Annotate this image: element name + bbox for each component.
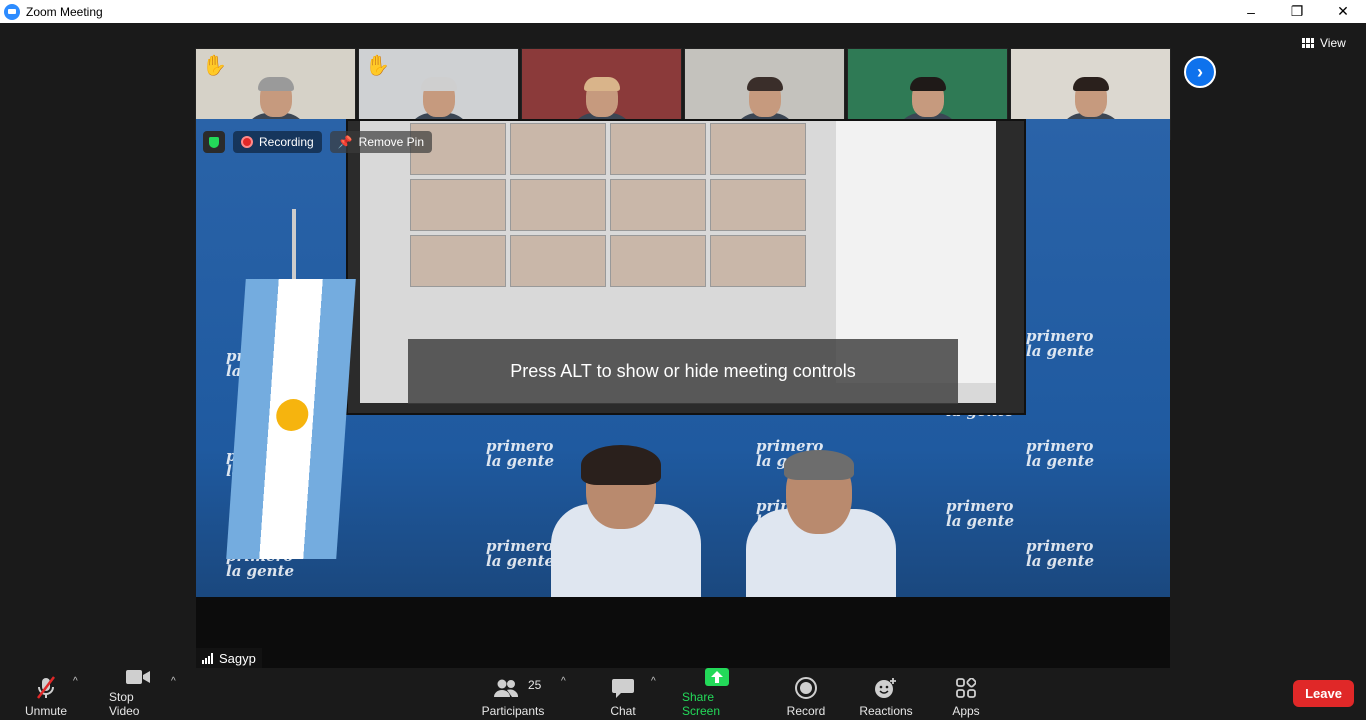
meeting-status-bar: Recording 📌 Remove Pin — [203, 127, 433, 157]
projected-tile — [710, 179, 806, 231]
apps-button[interactable]: Apps — [951, 672, 981, 718]
chat-options-caret-icon[interactable]: ^ — [651, 676, 656, 687]
leave-button[interactable]: Leave — [1293, 680, 1354, 707]
conference-table — [196, 597, 1170, 668]
minimize-button[interactable]: – — [1228, 0, 1274, 23]
participants-label: Participants — [481, 704, 545, 718]
apps-grid-icon — [956, 676, 976, 700]
backdrop-logo: primerola gente — [946, 497, 1015, 530]
unmute-label: Unmute — [24, 704, 68, 718]
speaker-name: Sagyp — [219, 650, 256, 666]
participants-button[interactable]: 25 Participants — [481, 672, 545, 718]
audio-options-caret-icon[interactable]: ^ — [73, 676, 78, 687]
share-screen-button[interactable]: Share Screen — [682, 668, 751, 718]
share-screen-icon — [704, 668, 729, 686]
projected-tile — [610, 179, 706, 231]
participants-options-caret-icon[interactable]: ^ — [561, 676, 566, 687]
meeting-stage: ✋Formosa - Ministerio ...✋J.R. Guillermo… — [0, 23, 1366, 668]
participants-count: 25 — [528, 678, 542, 692]
video-options-caret-icon[interactable]: ^ — [171, 676, 176, 687]
unmute-button[interactable]: Unmute — [24, 672, 68, 718]
projected-tile — [610, 235, 706, 287]
stop-video-label: Stop Video — [109, 690, 140, 718]
record-label: Record — [786, 704, 826, 718]
zoom-logo-icon — [4, 3, 20, 20]
view-label: View — [1320, 36, 1346, 50]
speaker-person-left — [541, 445, 711, 614]
chat-bubble-icon — [611, 676, 635, 700]
remove-pin-label: Remove Pin — [358, 135, 425, 149]
chat-label: Chat — [610, 704, 636, 718]
sun-of-may-icon — [275, 399, 310, 431]
recording-label: Recording — [259, 135, 314, 149]
record-button[interactable]: Record — [787, 672, 825, 718]
close-button[interactable]: ✕ — [1320, 0, 1366, 23]
apps-label: Apps — [952, 704, 980, 718]
projected-tile — [510, 179, 606, 231]
projected-tile — [510, 235, 606, 287]
chat-button[interactable]: Chat — [610, 672, 636, 718]
reactions-label: Reactions — [859, 704, 913, 718]
window-titlebar: Zoom Meeting – ❐ ✕ — [0, 0, 1366, 23]
restore-button[interactable]: ❐ — [1274, 0, 1320, 23]
projected-gallery — [410, 123, 810, 287]
backdrop-logo: primerola gente — [1026, 327, 1095, 360]
stop-video-button[interactable]: Stop Video — [109, 670, 167, 718]
alt-hint-toast: Press ALT to show or hide meeting contro… — [408, 339, 958, 404]
signal-strength-icon — [202, 652, 213, 664]
video-camera-icon — [125, 668, 151, 686]
remove-pin-button[interactable]: 📌 Remove Pin — [329, 131, 433, 153]
projected-tile — [610, 123, 706, 175]
encryption-shield-icon[interactable] — [203, 131, 225, 153]
projected-tile — [710, 123, 806, 175]
raised-hand-icon: ✋ — [365, 55, 390, 77]
active-speaker-label: Sagyp — [196, 648, 262, 668]
projected-tile — [410, 235, 506, 287]
meeting-toolbar: Unmute ^ Stop Video ^ 25 Participants ^ … — [0, 668, 1366, 720]
view-button[interactable]: View — [1302, 32, 1346, 54]
participants-icon: 25 — [482, 676, 544, 700]
projected-tile — [510, 123, 606, 175]
reactions-button[interactable]: Reactions — [859, 672, 913, 718]
mic-muted-icon — [35, 676, 57, 700]
window-title: Zoom Meeting — [26, 4, 103, 19]
share-screen-label: Share Screen — [682, 690, 721, 718]
backdrop-logo: primerola gente — [1026, 537, 1095, 570]
next-page-button[interactable]: › — [1184, 56, 1216, 88]
backdrop-logo: primerola gente — [1026, 437, 1095, 470]
record-icon — [795, 676, 817, 700]
record-dot-icon — [241, 136, 253, 148]
recording-indicator[interactable]: Recording — [233, 131, 322, 153]
grid-view-icon — [1302, 38, 1314, 48]
chevron-right-icon: › — [1197, 61, 1203, 82]
projected-tile — [410, 179, 506, 231]
pin-icon: 📌 — [337, 135, 353, 149]
raised-hand-icon: ✋ — [202, 55, 227, 77]
argentina-flag — [226, 279, 356, 559]
projected-tile — [710, 235, 806, 287]
reactions-smiley-icon — [874, 676, 898, 700]
speaker-person-right — [736, 450, 906, 619]
